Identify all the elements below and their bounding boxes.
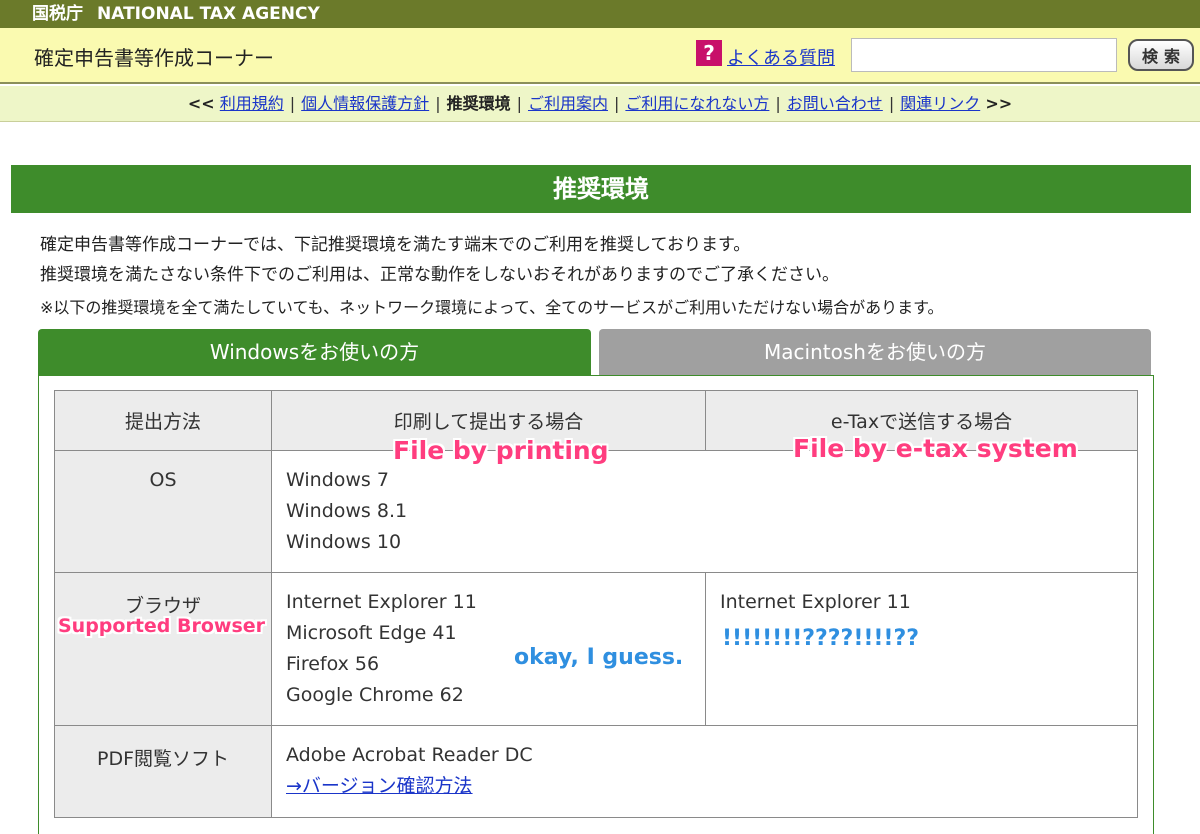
nav-separator: | <box>775 94 781 113</box>
browser-item: Google Chrome 62 <box>286 684 464 706</box>
agency-banner: 国税庁 NATIONAL TAX AGENCY <box>0 0 1200 28</box>
pdf-viewer-item: Adobe Acrobat Reader DC <box>286 744 533 766</box>
nav-separator: | <box>516 94 522 113</box>
agency-name-en: NATIONAL TAX AGENCY <box>97 4 320 24</box>
annotation-supported-browser: Supported Browser <box>58 615 266 637</box>
pdf-values: Adobe Acrobat Reader DC →バージョン確認方法 <box>271 725 1138 818</box>
row-label-browser: ブラウザ <box>54 572 272 726</box>
search-input[interactable] <box>851 38 1117 72</box>
annotation-file-by-etax: File by e-tax system <box>793 434 1078 463</box>
nav-separator: | <box>289 94 296 113</box>
nav-link-ineligible[interactable]: ご利用になれない方 <box>625 94 769 113</box>
intro-text-1: 確定申告書等作成コーナーでは、下記推奨環境を満たす端末でのご利用を推奨しておりま… <box>40 235 751 255</box>
nav-next-arrow: >> <box>985 94 1013 113</box>
nav-separator: | <box>435 94 441 113</box>
site-header: 確定申告書等作成コーナー ? よくある質問 検索 <box>0 28 1200 84</box>
agency-name-jp: 国税庁 <box>32 4 83 24</box>
intro-text-2: 推奨環境を満たさない条件下でのご利用は、正常な動作をしないおそれがありますのでご… <box>40 265 839 285</box>
os-values: Windows 7 Windows 8.1 Windows 10 <box>271 450 1138 573</box>
nav-link-contact[interactable]: お問い合わせ <box>787 94 883 113</box>
navigation-bar: << 利用規約 | 個人情報保護方針 | 推奨環境 | ご利用案内 | ご利用になれない方 | お問… <box>0 86 1200 122</box>
site-title: 確定申告書等作成コーナー <box>34 46 274 70</box>
browser-item: Internet Explorer 11 <box>286 591 477 613</box>
nav-link-terms[interactable]: 利用規約 <box>220 94 284 113</box>
section-title: 推奨環境 <box>11 165 1191 213</box>
table-row-pdf: PDF閲覧ソフト Adobe Acrobat Reader DC →バージョン確… <box>54 725 1138 818</box>
nav-link-usage-guide[interactable]: ご利用案内 <box>528 94 608 113</box>
header-submission-method: 提出方法 <box>54 390 272 451</box>
intro-note: ※以下の推奨環境を全て満たしていても、ネットワーク環境によって、全てのサービスが… <box>40 298 944 317</box>
version-check-link[interactable]: →バージョン確認方法 <box>286 775 473 797</box>
nav-prev-arrow: << <box>187 94 215 113</box>
browser-item: Internet Explorer 11 <box>720 591 911 613</box>
annotation-okay-i-guess: okay, I guess. <box>514 645 684 670</box>
nav-current-recommended-env: 推奨環境 <box>446 94 511 113</box>
row-label-pdf-viewer: PDF閲覧ソフト <box>54 725 272 818</box>
annotation-exclamation: !!!!!!!!????!!!!?? <box>722 626 919 651</box>
tab-macintosh[interactable]: Macintoshをお使いの方 <box>599 329 1151 375</box>
question-icon[interactable]: ? <box>696 40 722 66</box>
row-label-os: OS <box>54 450 272 573</box>
nav-link-privacy[interactable]: 個人情報保護方針 <box>301 94 429 113</box>
os-item: Windows 7 <box>286 469 389 491</box>
nav-separator: | <box>888 94 895 113</box>
search-button[interactable]: 検索 <box>1128 39 1194 71</box>
tab-windows[interactable]: Windowsをお使いの方 <box>38 329 591 375</box>
os-item: Windows 10 <box>286 531 402 553</box>
nav-separator: | <box>614 94 620 113</box>
os-item: Windows 8.1 <box>286 500 408 522</box>
nav-link-related[interactable]: 関連リンク <box>900 94 980 113</box>
table-row-os: OS Windows 7 Windows 8.1 Windows 10 <box>54 450 1138 573</box>
faq-link[interactable]: よくある質問 <box>727 44 835 70</box>
annotation-file-by-printing: File by printing <box>393 436 609 465</box>
